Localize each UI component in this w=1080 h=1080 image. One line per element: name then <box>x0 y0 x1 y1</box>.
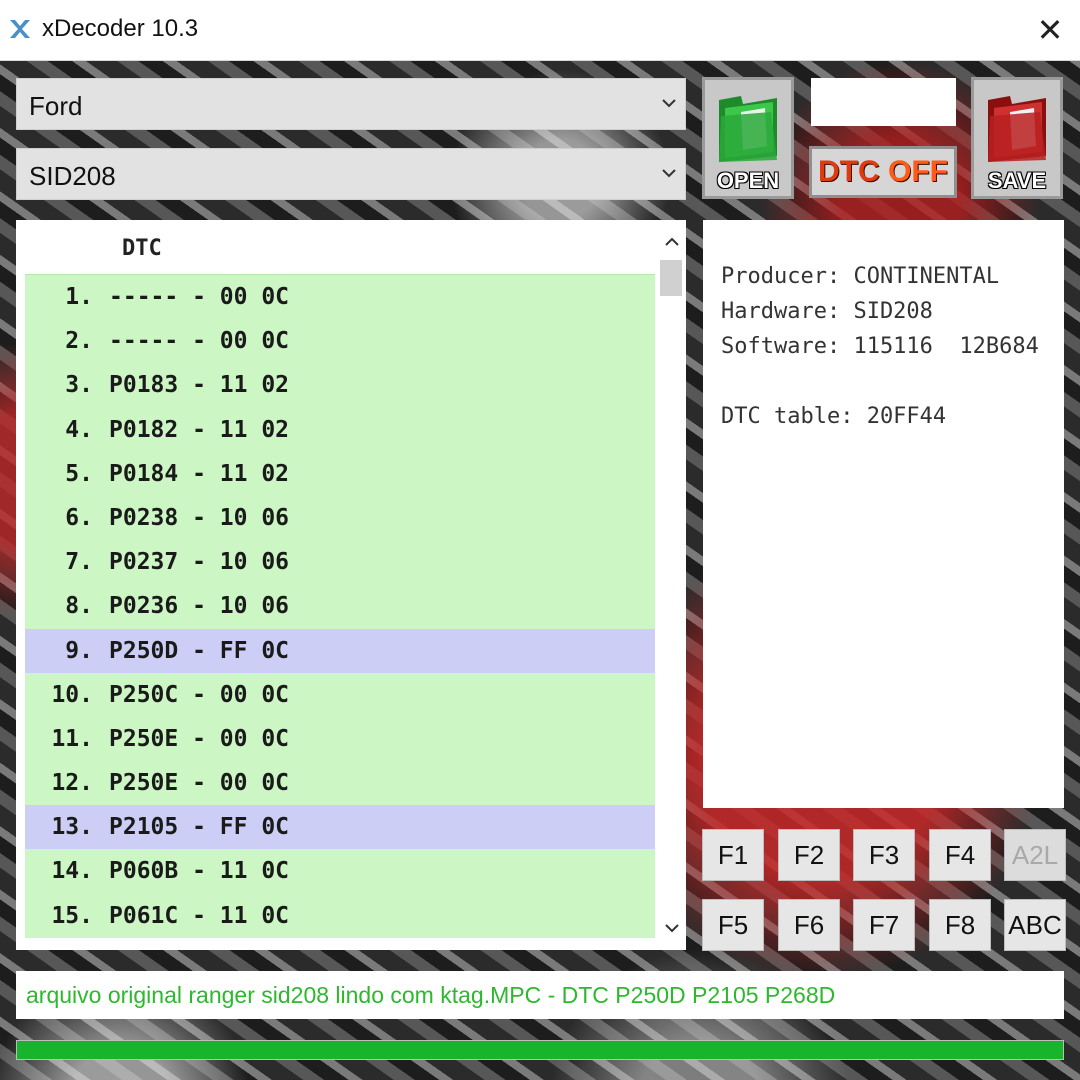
progress-bar <box>16 1040 1064 1060</box>
row-number: 1. <box>65 284 93 310</box>
row-dtc-code: P060B - 11 0C <box>109 858 290 885</box>
table-row[interactable]: 7. P0237 - 10 06 <box>25 540 655 585</box>
chevron-down-icon[interactable] <box>660 916 684 940</box>
blank-field <box>811 78 956 126</box>
row-dtc-code: P250D - FF 0C <box>109 637 290 664</box>
row-dtc-code: P0183 - 11 02 <box>109 372 290 399</box>
green-folder-icon <box>719 96 777 162</box>
dtc-list[interactable]: DTC 1. ----- - 00 0C 2. ----- - 00 0C 3. P018… <box>16 220 686 950</box>
make-select-value: Ford <box>29 91 83 121</box>
row-dtc-code: ----- - 00 0C <box>109 328 290 355</box>
f1-button[interactable]: F1 <box>702 829 764 881</box>
dtc-table-line: DTC table: 20FF44 <box>721 404 947 429</box>
ecu-select[interactable]: SID208 <box>16 148 686 200</box>
row-dtc-code: P061C - 11 0C <box>109 902 290 929</box>
row-number: 5. <box>65 460 93 487</box>
row-number: 7. <box>65 549 93 576</box>
table-row[interactable]: 2. ----- - 00 0C <box>25 319 655 364</box>
red-folder-icon <box>988 96 1046 162</box>
row-dtc-code: P0184 - 11 02 <box>109 460 290 487</box>
table-row[interactable]: 3. P0183 - 11 02 <box>25 363 655 408</box>
software-line: Software: 115116 12B684 <box>721 334 1039 359</box>
row-number: 3. <box>65 372 93 399</box>
row-number: 9. <box>65 637 93 664</box>
f4-button[interactable]: F4 <box>929 829 991 881</box>
app-icon <box>10 20 30 38</box>
list-scrollbar[interactable] <box>658 220 686 950</box>
f3-button[interactable]: F3 <box>853 829 915 881</box>
row-dtc-code: P0182 - 11 02 <box>109 416 290 443</box>
row-number: 13. <box>51 814 93 841</box>
save-button[interactable]: SAVE <box>971 77 1063 199</box>
row-dtc-code: P250E - 00 0C <box>109 770 290 797</box>
table-row[interactable]: 4. P0182 - 11 02 <box>25 407 655 452</box>
title-bar: xDecoder 10.3 ✕ <box>0 0 1080 61</box>
table-row[interactable]: 6. P0238 - 10 06 <box>25 495 655 541</box>
make-select[interactable]: Ford <box>16 78 686 130</box>
save-button-label: SAVE <box>987 168 1047 193</box>
f8-button[interactable]: F8 <box>929 899 991 951</box>
abc-button[interactable]: ABC <box>1004 899 1066 951</box>
row-dtc-code: ----- - 00 0C <box>109 284 290 310</box>
f6-button[interactable]: F6 <box>778 899 840 951</box>
row-dtc-code: P250C - 00 0C <box>109 681 290 708</box>
row-number: 15. <box>51 902 93 929</box>
hardware-line: Hardware: SID208 <box>721 299 933 324</box>
row-dtc-code: P0238 - 10 06 <box>109 504 290 531</box>
row-number: 14. <box>51 858 93 885</box>
row-number: 6. <box>65 504 93 531</box>
scrollbar-thumb[interactable] <box>660 260 682 296</box>
chevron-down-icon <box>662 99 676 108</box>
status-bar: arquivo original ranger sid208 lindo com… <box>16 971 1064 1019</box>
row-dtc-code: P250E - 00 0C <box>109 725 290 752</box>
row-number: 10. <box>51 681 93 708</box>
a2l-button[interactable]: A2L <box>1004 829 1066 881</box>
window-title: xDecoder 10.3 <box>42 15 199 42</box>
row-number: 8. <box>65 593 93 620</box>
open-button-label: OPEN <box>716 168 780 193</box>
f7-button[interactable]: F7 <box>853 899 915 951</box>
table-row[interactable]: 1. ----- - 00 0C <box>25 274 655 320</box>
info-panel: Producer: CONTINENTAL Hardware: SID208 S… <box>703 220 1064 808</box>
row-number: 2. <box>65 328 93 355</box>
dtc-off-label-off: OFF <box>888 155 948 188</box>
dtc-off-label-dtc: DTC <box>818 155 880 188</box>
open-button[interactable]: OPEN <box>702 77 794 199</box>
row-number: 12. <box>51 770 93 797</box>
table-row[interactable]: 10. P250C - 00 0C <box>25 672 655 717</box>
status-text: arquivo original ranger sid208 lindo com… <box>26 982 836 1008</box>
table-row[interactable]: 15. P061C - 11 0C <box>25 893 655 938</box>
ecu-select-value: SID208 <box>29 161 116 191</box>
table-row[interactable]: 11. P250E - 00 0C <box>25 716 655 762</box>
close-button[interactable]: ✕ <box>1030 10 1070 50</box>
row-dtc-code: P0236 - 10 06 <box>109 593 290 620</box>
table-row[interactable]: 8. P0236 - 10 06 <box>25 584 655 629</box>
chevron-down-icon <box>662 169 676 178</box>
table-row[interactable]: 14. P060B - 11 0C <box>25 849 655 894</box>
row-number: 4. <box>65 416 93 443</box>
table-row[interactable]: 5. P0184 - 11 02 <box>25 451 655 496</box>
table-row[interactable]: 12. P250E - 00 0C <box>25 761 655 806</box>
dtc-off-button[interactable]: DTC OFF <box>809 146 957 198</box>
row-number: 11. <box>51 725 93 752</box>
table-row[interactable]: 9. P250D - FF 0C <box>25 628 655 673</box>
dtc-column-header: DTC <box>122 236 162 261</box>
table-row[interactable]: 13. P2105 - FF 0C <box>25 805 655 850</box>
row-dtc-code: P2105 - FF 0C <box>109 814 290 841</box>
producer-line: Producer: CONTINENTAL <box>721 264 1000 289</box>
chevron-up-icon[interactable] <box>660 230 684 254</box>
f2-button[interactable]: F2 <box>778 829 840 881</box>
f5-button[interactable]: F5 <box>702 899 764 951</box>
dtc-rows: 1. ----- - 00 0C 2. ----- - 00 0C 3. P0183 - … <box>25 274 655 938</box>
row-dtc-code: P0237 - 10 06 <box>109 549 290 576</box>
dtc-list-header: DTC <box>16 220 656 274</box>
progress-fill <box>17 1041 1063 1059</box>
